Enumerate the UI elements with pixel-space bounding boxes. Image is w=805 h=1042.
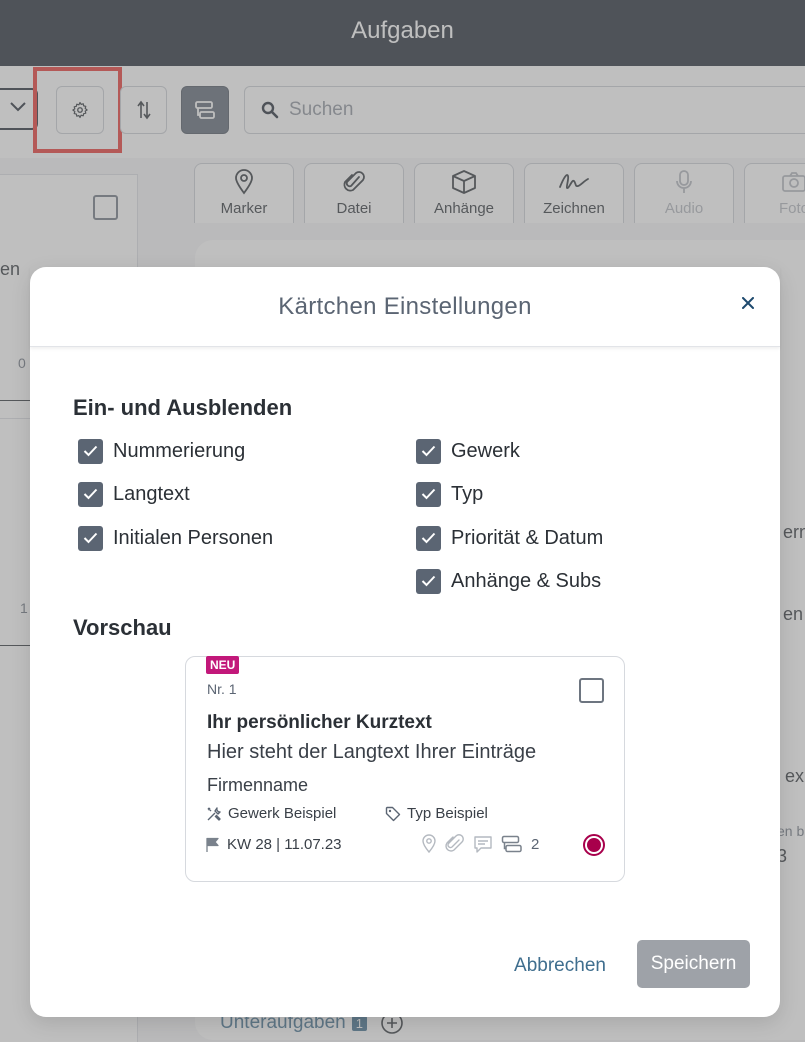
option-longtext[interactable]: Langtext	[78, 481, 190, 507]
preview-section-title: Vorschau	[73, 615, 172, 640]
check-icon	[421, 488, 436, 500]
option-label: Anhänge & Subs	[451, 569, 602, 592]
option-label: Typ	[451, 482, 484, 505]
preview-attachment-icons: 2	[421, 834, 539, 854]
checkbox-checked[interactable]	[78, 438, 103, 464]
check-icon	[83, 488, 98, 500]
save-button[interactable]: Speichern	[637, 940, 750, 988]
preview-trade-label: Gewerk Beispiel	[228, 805, 337, 822]
preview-trade: Gewerk Beispiel	[206, 805, 336, 822]
subtasks-icon	[501, 835, 522, 853]
checkbox-checked[interactable]	[416, 481, 441, 507]
preview-date: KW 28 | 11.07.23	[205, 836, 342, 853]
check-icon	[421, 532, 436, 544]
option-label: Gewerk	[451, 439, 520, 462]
checkbox-checked[interactable]	[416, 525, 441, 551]
card-settings-dialog: Kärtchen Einstellungen Ein- und Ausblend…	[30, 267, 780, 1017]
option-attachments-subs[interactable]: Anhänge & Subs	[416, 568, 601, 594]
priority-dot	[587, 838, 601, 852]
check-icon	[421, 445, 436, 457]
preview-date-label: KW 28 | 11.07.23	[227, 836, 342, 853]
preview-number: Nr. 1	[207, 681, 237, 697]
paperclip-icon	[445, 834, 464, 852]
preview-subtask-count: 2	[531, 835, 540, 853]
preview-type-label: Typ Beispiel	[407, 805, 488, 822]
checkbox-checked[interactable]	[416, 568, 441, 594]
option-label: Nummerierung	[113, 439, 246, 462]
option-priority-date[interactable]: Priorität & Datum	[416, 525, 603, 551]
check-icon	[83, 445, 98, 457]
tag-icon	[385, 806, 401, 821]
tools-icon	[207, 806, 221, 821]
close-button[interactable]	[736, 291, 760, 315]
option-initials[interactable]: Initialen Personen	[78, 525, 273, 551]
option-numbering[interactable]: Nummerierung	[78, 438, 245, 464]
close-icon	[742, 297, 754, 309]
check-icon	[83, 532, 98, 544]
preview-card: NEU Nr. 1 Ihr persönlicher Kurztext Hier…	[185, 656, 625, 882]
new-badge: NEU	[206, 656, 240, 674]
option-label: Langtext	[113, 482, 190, 505]
priority-indicator	[583, 834, 605, 856]
check-icon	[421, 575, 436, 587]
dialog-header: Kärtchen Einstellungen	[30, 267, 780, 347]
preview-checkbox	[579, 678, 604, 703]
comment-icon	[474, 836, 492, 853]
preview-company: Firmenname	[207, 775, 309, 795]
preview-short-text: Ihr persönlicher Kurztext	[207, 712, 432, 733]
preview-type: Typ Beispiel	[385, 805, 488, 822]
visibility-section-title: Ein- und Ausblenden	[73, 395, 293, 420]
cancel-button[interactable]: Abbrechen	[502, 950, 618, 982]
option-trade[interactable]: Gewerk	[416, 438, 520, 464]
option-type[interactable]: Typ	[416, 481, 483, 507]
option-label: Initialen Personen	[113, 526, 274, 549]
preview-long-text: Hier steht der Langtext Ihrer Einträge	[207, 741, 537, 763]
checkbox-checked[interactable]	[78, 525, 103, 551]
checkbox-checked[interactable]	[416, 438, 441, 464]
map-pin-icon	[422, 834, 436, 854]
checkbox-checked[interactable]	[78, 481, 103, 507]
option-label: Priorität & Datum	[451, 526, 604, 549]
dialog-title: Kärtchen Einstellungen	[278, 293, 532, 320]
flag-icon	[206, 837, 219, 852]
